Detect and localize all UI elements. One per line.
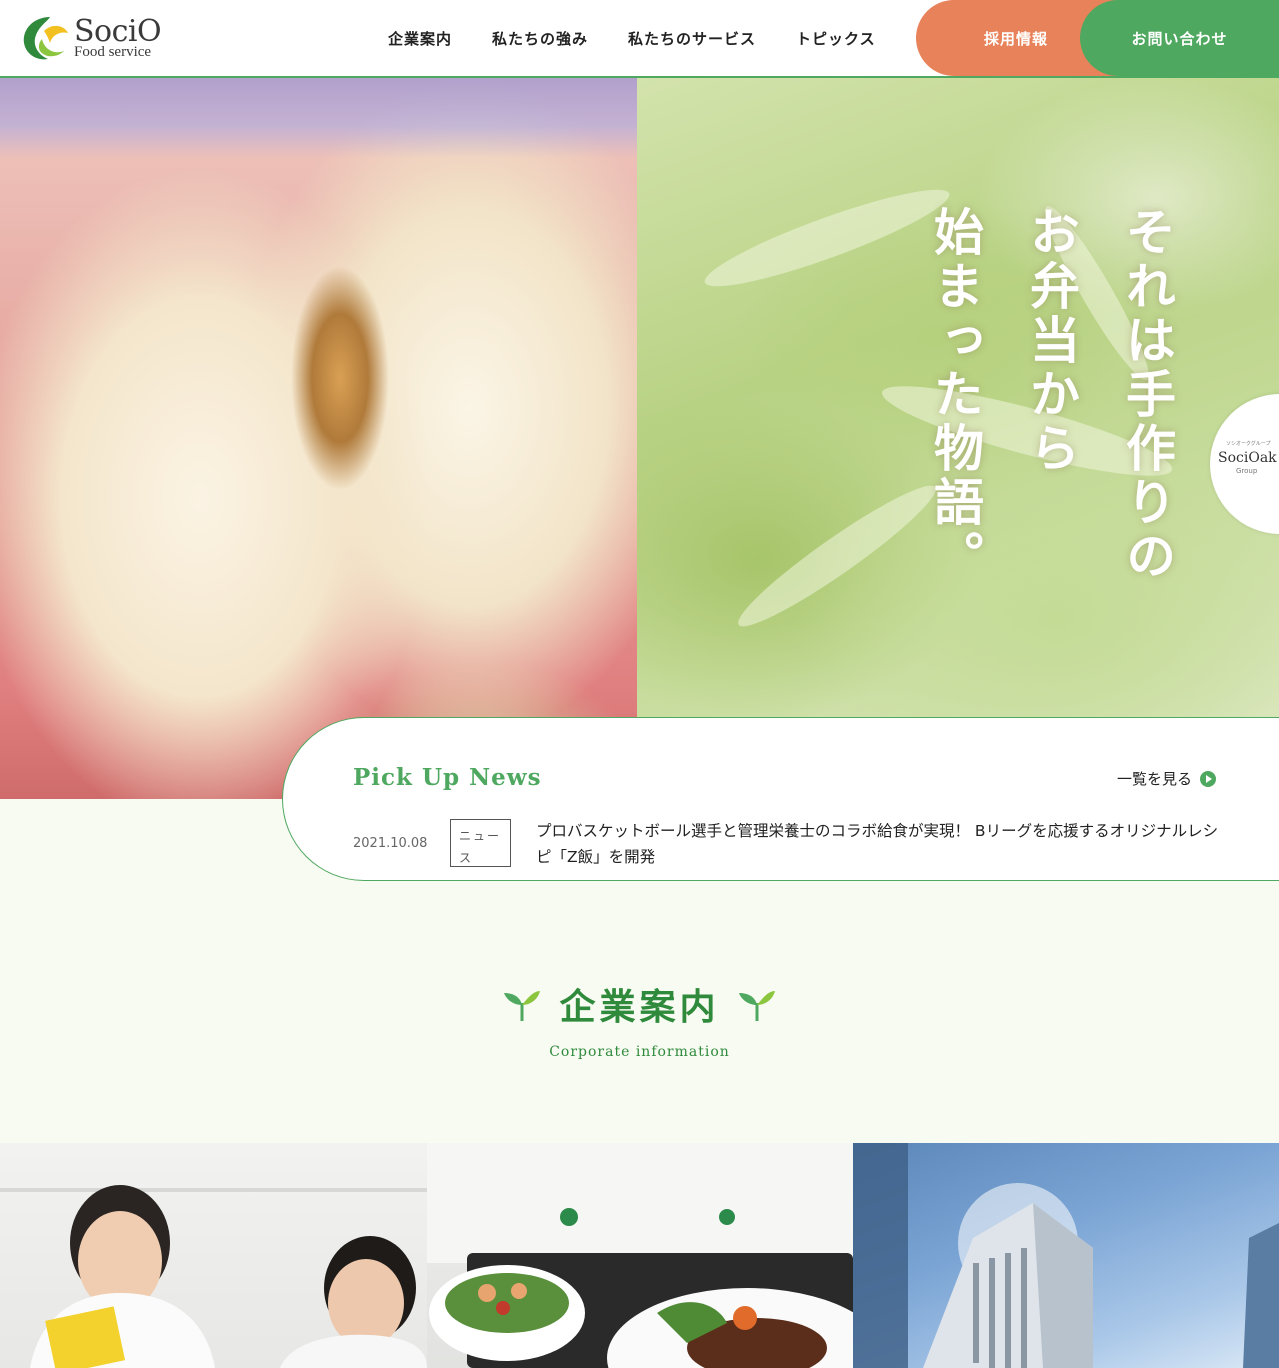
socioak-sub: Group	[1236, 467, 1258, 475]
sprout-icon	[738, 987, 776, 1021]
news-date: 2021.10.08	[353, 836, 428, 851]
nav-item-services[interactable]: 私たちのサービス	[628, 28, 756, 49]
view-all-label: 一覧を見る	[1116, 770, 1192, 788]
news-headline-link[interactable]: プロバスケットボール選手と管理栄養士のコラボ給食が実現！ Bリーグを応援するオリ…	[536, 818, 1226, 870]
glove-overlay	[0, 78, 637, 158]
corporate-title: 企業案内	[503, 978, 775, 1030]
corporate-section-heading: 企業案内 Corporate information	[0, 978, 1279, 1060]
news-category-badge: ニュース	[450, 819, 511, 867]
view-all-news-link[interactable]: 一覧を見る	[1117, 768, 1216, 789]
socio-leaf-logo-icon	[20, 13, 70, 63]
contact-button[interactable]: お問い合わせ	[1080, 0, 1279, 76]
pickup-news-panel: Pick Up News 一覧を見る 2021.10.08 ニュース プロバスケ…	[282, 717, 1279, 881]
nav-item-corporate[interactable]: 企業案内	[388, 28, 452, 49]
recruit-button-label: 採用情報	[983, 29, 1048, 48]
logo-sub-text: Food service	[74, 43, 152, 60]
main-nav: 企業案内 私たちの強み 私たちのサービス トピックス	[368, 0, 896, 76]
site-header: SociO Food service 企業案内 私たちの強み 私たちのサービス …	[0, 0, 1279, 78]
photo-office-building[interactable]	[853, 1143, 1279, 1368]
hero-headline: それは手作りの お弁当から 始まった物語。	[180, 206, 1176, 584]
play-circle-icon	[1200, 770, 1216, 787]
logo-wordmark: SociO Food service	[74, 13, 162, 60]
sprout-icon	[503, 987, 541, 1021]
socioak-name: SociOak	[1218, 450, 1277, 466]
corporate-photo-row	[0, 1143, 1279, 1368]
site-logo[interactable]: SociO Food service	[20, 12, 180, 64]
hero-line-1: それは手作りの	[1118, 206, 1176, 584]
logo-main-text: SociO	[74, 13, 162, 49]
corporate-subtitle: Corporate information	[549, 1044, 730, 1060]
contact-button-label: お問い合わせ	[1131, 29, 1228, 48]
hero-line-3: 始まった物語。	[926, 206, 984, 584]
corporate-title-text: 企業案内	[559, 987, 720, 1028]
socioak-tagline: ソシオークグループ	[1226, 441, 1271, 447]
nav-item-topics[interactable]: トピックス	[796, 28, 876, 49]
photo-staff-cooking[interactable]	[0, 1143, 427, 1368]
photo-meal-tray[interactable]	[427, 1143, 853, 1368]
nav-item-strengths[interactable]: 私たちの強み	[492, 28, 588, 49]
pickup-news-title: Pick Up News	[353, 764, 542, 791]
hero-section: それは手作りの お弁当から 始まった物語。 ソシオークグループ SociOak …	[0, 78, 1279, 799]
hero-line-2: お弁当から	[1022, 206, 1080, 476]
